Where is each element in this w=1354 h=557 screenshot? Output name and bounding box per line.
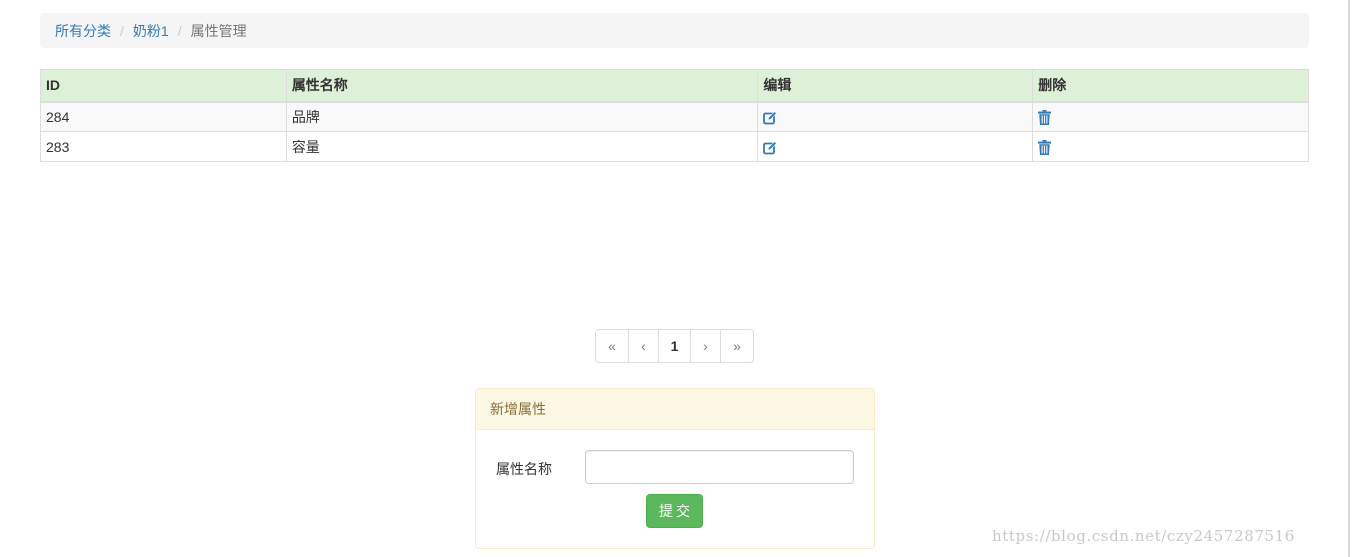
cell-delete — [1032, 131, 1309, 162]
edit-icon[interactable] — [763, 140, 778, 155]
breadcrumb-current: 属性管理 — [190, 22, 247, 39]
trash-icon[interactable] — [1038, 139, 1052, 155]
pagination-last-button[interactable]: » — [720, 329, 754, 363]
column-header-edit: 编辑 — [757, 69, 1034, 103]
column-header-id: ID — [40, 69, 287, 103]
column-header-name: 属性名称 — [285, 69, 759, 103]
pagination-next-button[interactable]: › — [690, 329, 721, 363]
panel-title: 新增属性 — [476, 389, 874, 430]
submit-button[interactable]: 提交 — [646, 494, 703, 528]
cell-id: 283 — [40, 131, 287, 162]
table-header-row: ID 属性名称 编辑 删除 — [40, 69, 1309, 103]
cell-edit — [757, 131, 1034, 162]
edit-icon[interactable] — [763, 111, 778, 125]
breadcrumb-separator: / — [120, 22, 124, 39]
trash-icon[interactable] — [1038, 110, 1052, 126]
page: 所有分类 / 奶粉1 / 属性管理 ID 属性名称 编辑 删除 284 品牌 2… — [0, 0, 1354, 557]
watermark-text: https://blog.csdn.net/czy2457287516 — [992, 527, 1295, 545]
pagination-page-1[interactable]: 1 — [658, 329, 691, 363]
breadcrumb: 所有分类 / 奶粉1 / 属性管理 — [40, 13, 1309, 48]
attribute-name-label: 属性名称 — [496, 461, 552, 477]
cell-name: 品牌 — [285, 101, 759, 132]
breadcrumb-separator: / — [177, 22, 182, 39]
table-row: 283 容量 — [40, 131, 1309, 162]
column-header-delete: 删除 — [1032, 69, 1309, 103]
pagination-prev-button[interactable]: ‹ — [628, 329, 659, 363]
table-row: 284 品牌 — [40, 101, 1309, 132]
window-edge — [1348, 0, 1350, 557]
breadcrumb-link-all-categories[interactable]: 所有分类 — [55, 21, 111, 41]
pagination-first-button[interactable]: « — [595, 329, 629, 363]
cell-id: 284 — [40, 101, 287, 132]
attribute-name-input[interactable] — [585, 450, 854, 484]
add-attribute-panel: 新增属性 属性名称 提交 — [475, 388, 875, 549]
cell-name: 容量 — [285, 131, 759, 162]
cell-delete — [1032, 101, 1309, 132]
cell-edit — [757, 101, 1034, 132]
breadcrumb-link-category[interactable]: 奶粉1 — [133, 21, 169, 41]
attribute-table: ID 属性名称 编辑 删除 284 品牌 283 容量 — [40, 69, 1309, 162]
pagination: « ‹ 1 › » — [595, 329, 754, 363]
